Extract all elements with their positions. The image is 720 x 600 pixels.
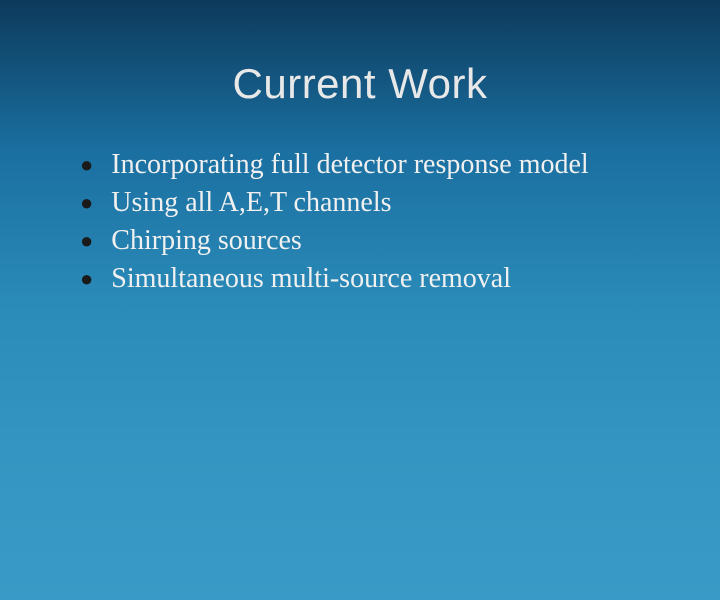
bullet-icon: ●	[80, 262, 93, 296]
bullet-list: ● Incorporating full detector response m…	[0, 148, 720, 296]
bullet-text: Chirping sources	[111, 224, 302, 258]
bullet-text: Simultaneous multi-source removal	[111, 262, 511, 296]
bullet-icon: ●	[80, 224, 93, 258]
list-item: ● Using all A,E,T channels	[80, 186, 680, 220]
list-item: ● Simultaneous multi-source removal	[80, 262, 680, 296]
bullet-text: Incorporating full detector response mod…	[111, 148, 588, 182]
list-item: ● Incorporating full detector response m…	[80, 148, 680, 182]
list-item: ● Chirping sources	[80, 224, 680, 258]
bullet-icon: ●	[80, 148, 93, 182]
slide-title: Current Work	[0, 60, 720, 108]
bullet-text: Using all A,E,T channels	[111, 186, 391, 220]
bullet-icon: ●	[80, 186, 93, 220]
